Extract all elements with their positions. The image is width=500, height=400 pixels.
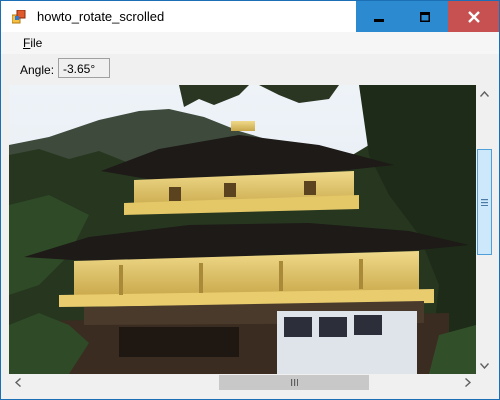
app-icon <box>12 10 26 24</box>
maximize-button[interactable] <box>402 1 448 32</box>
vertical-scroll-thumb[interactable] <box>477 149 492 255</box>
angle-value-box: -3.65° <box>58 58 110 78</box>
angle-label: Angle: <box>20 63 55 77</box>
horizontal-scroll-thumb[interactable] <box>219 375 369 390</box>
close-button[interactable] <box>448 1 499 32</box>
close-icon <box>467 10 480 23</box>
chevron-down-icon <box>480 362 489 369</box>
minimize-button[interactable] <box>356 1 402 32</box>
scrollbar-corner <box>476 374 493 391</box>
grip-icon <box>290 379 298 386</box>
chevron-up-icon <box>480 90 489 97</box>
scroll-right-button[interactable] <box>459 374 476 391</box>
scroll-left-button[interactable] <box>9 374 26 391</box>
scroll-up-button[interactable] <box>476 85 493 102</box>
scroll-down-button[interactable] <box>476 357 493 374</box>
angle-row: Angle: -3.65° <box>1 54 499 84</box>
grip-icon <box>481 198 488 206</box>
menu-file-rest: ile <box>30 36 43 50</box>
menu-bar: File <box>1 32 499 54</box>
minimize-icon <box>374 18 384 22</box>
maximize-icon <box>420 11 430 22</box>
menu-file[interactable]: File <box>23 36 42 50</box>
window-title: howto_rotate_scrolled <box>37 9 165 24</box>
title-bar[interactable]: howto_rotate_scrolled <box>1 1 499 32</box>
vertical-scrollbar[interactable] <box>476 85 493 374</box>
main-window: howto_rotate_scrolled File Angle: -3.65° <box>0 0 500 400</box>
image-viewport[interactable] <box>9 85 476 374</box>
horizontal-scrollbar[interactable] <box>9 374 476 391</box>
chevron-right-icon <box>464 378 471 387</box>
chevron-left-icon <box>14 378 21 387</box>
rotated-photo <box>9 85 476 374</box>
